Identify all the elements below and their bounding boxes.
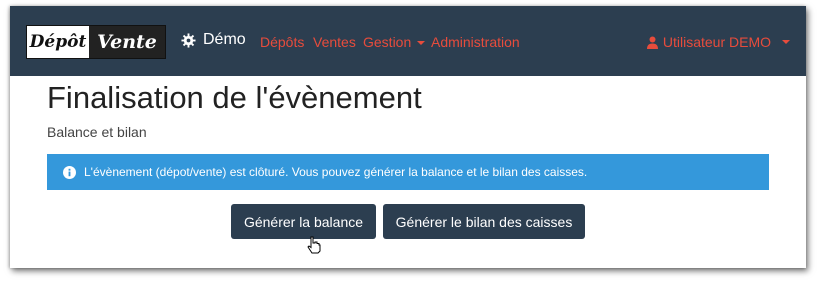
logo-part1: Dépôt	[27, 26, 89, 58]
brand-label: Démo	[203, 31, 246, 48]
user-menu[interactable]: Utilisateur DEMO	[646, 34, 790, 50]
navbar: Dépôt Vente Démo Dépôts Ventes Gestion A…	[10, 6, 806, 76]
nav-link-administration[interactable]: Administration	[431, 34, 520, 50]
user-icon	[646, 36, 658, 49]
alert-text: L'évènement (dépot/vente) est clôturé. V…	[84, 165, 588, 179]
generate-balance-button[interactable]: Générer la balance	[231, 204, 376, 239]
logo-part2: Vente	[89, 26, 165, 58]
info-alert: L'évènement (dépot/vente) est clôturé. V…	[47, 154, 769, 190]
logo[interactable]: Dépôt Vente	[26, 25, 166, 59]
nav-link-depots[interactable]: Dépôts	[260, 34, 304, 50]
screenshot-frame: Dépôt Vente Démo Dépôts Ventes Gestion A…	[10, 6, 806, 268]
caret-down-icon	[417, 41, 426, 46]
page-title: Finalisation de l'évènement	[47, 80, 422, 115]
nav-link-gestion-label: Gestion	[363, 34, 412, 50]
generate-bilan-button[interactable]: Générer le bilan des caisses	[383, 204, 585, 239]
nav-dropdown-gestion[interactable]: Gestion	[363, 34, 426, 50]
nav-link-ventes[interactable]: Ventes	[313, 34, 356, 50]
gear-icon	[181, 32, 196, 48]
page-subtitle: Balance et bilan	[47, 124, 147, 140]
hand-cursor-icon	[307, 236, 321, 254]
brand-link[interactable]: Démo	[181, 31, 246, 49]
caret-down-icon	[782, 40, 790, 44]
user-label: Utilisateur DEMO	[662, 34, 771, 50]
info-icon	[63, 165, 76, 179]
torn-edge	[10, 258, 806, 268]
